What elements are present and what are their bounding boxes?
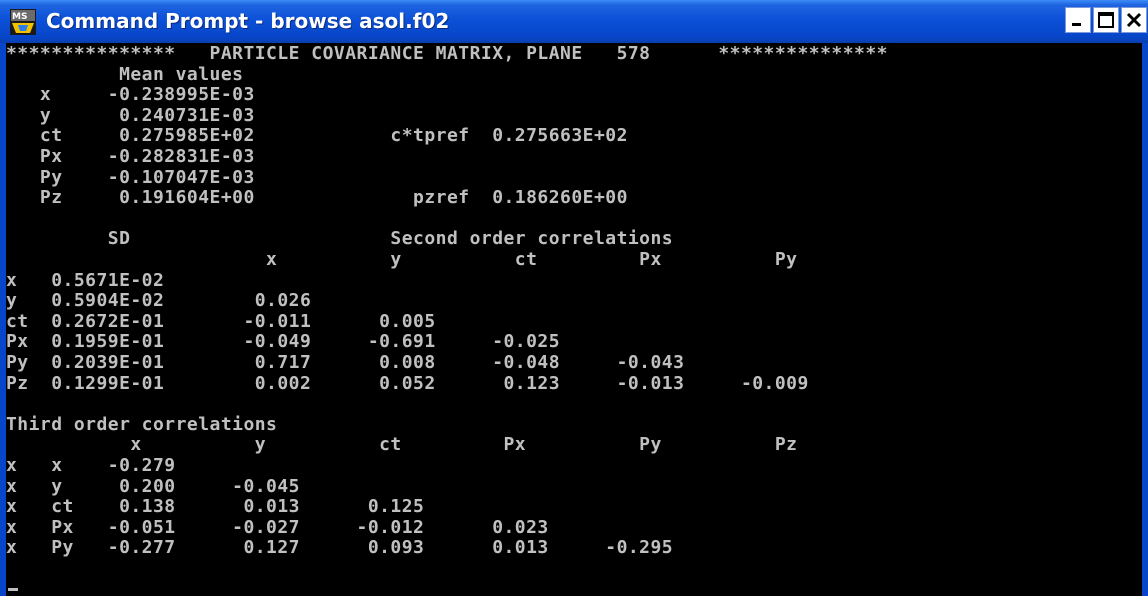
- console-line: y 0.240731E-03: [6, 104, 255, 126]
- console-line: x ct 0.138 0.013 0.125: [6, 496, 425, 518]
- console-line: x Px -0.051 -0.027 -0.012 0.023: [6, 516, 549, 538]
- command-prompt-window: MS Command Prompt - browse asol.f02 ****…: [0, 0, 1148, 596]
- text-cursor: [8, 588, 18, 591]
- minimize-button[interactable]: [1065, 7, 1091, 33]
- console-line: Px 0.1959E-01 -0.049 -0.691 -0.025: [6, 331, 561, 353]
- console-line: Px -0.282831E-03: [6, 146, 255, 167]
- maximize-button[interactable]: [1093, 7, 1119, 33]
- console-line: x y ct Px Py: [6, 249, 798, 270]
- window-frame-right: [1142, 43, 1148, 596]
- console-line: Pz 0.191604E+00 pzref 0.186260E+00: [6, 187, 628, 209]
- close-icon: [1126, 12, 1142, 28]
- console-line: Mean values: [6, 63, 244, 85]
- console-line: x y 0.200 -0.045: [6, 475, 300, 497]
- console-line: y 0.5904E-02 0.026: [6, 290, 312, 312]
- console-line: x y ct Px Py Pz: [6, 434, 798, 456]
- console-line: ct 0.2672E-01 -0.011 0.005: [6, 310, 436, 332]
- close-button[interactable]: [1121, 7, 1147, 33]
- title-bar[interactable]: MS Command Prompt - browse asol.f02: [0, 0, 1148, 43]
- console-line: Third order correlations: [6, 413, 278, 435]
- console-line: x 0.5671E-02: [6, 269, 165, 291]
- svg-text:MS: MS: [12, 12, 27, 22]
- console-line: x -0.238995E-03: [6, 84, 255, 106]
- console-line: ct 0.275985E+02 c*tpref 0.275663E+02: [6, 125, 628, 147]
- console-line: x Py -0.277 0.127 0.093 0.013 -0.295: [6, 537, 674, 559]
- console-line: SD Second order correlations: [6, 228, 674, 250]
- minimize-icon: [1072, 23, 1081, 26]
- console-line: Py 0.2039E-01 0.717 0.008 -0.048 -0.043: [6, 352, 685, 373]
- console-line: Pz 0.1299E-01 0.002 0.052 0.123 -0.013 -…: [6, 372, 809, 394]
- console-line: x x -0.279: [6, 455, 176, 476]
- console-output[interactable]: *************** PARTICLE COVARIANCE MATR…: [6, 43, 1142, 596]
- window-title: Command Prompt - browse asol.f02: [46, 9, 450, 33]
- console-line: *************** PARTICLE COVARIANCE MATR…: [6, 43, 888, 64]
- console-line: Py -0.107047E-03: [6, 166, 255, 188]
- ms-dos-icon: MS: [10, 9, 36, 35]
- maximize-icon: [1098, 12, 1114, 28]
